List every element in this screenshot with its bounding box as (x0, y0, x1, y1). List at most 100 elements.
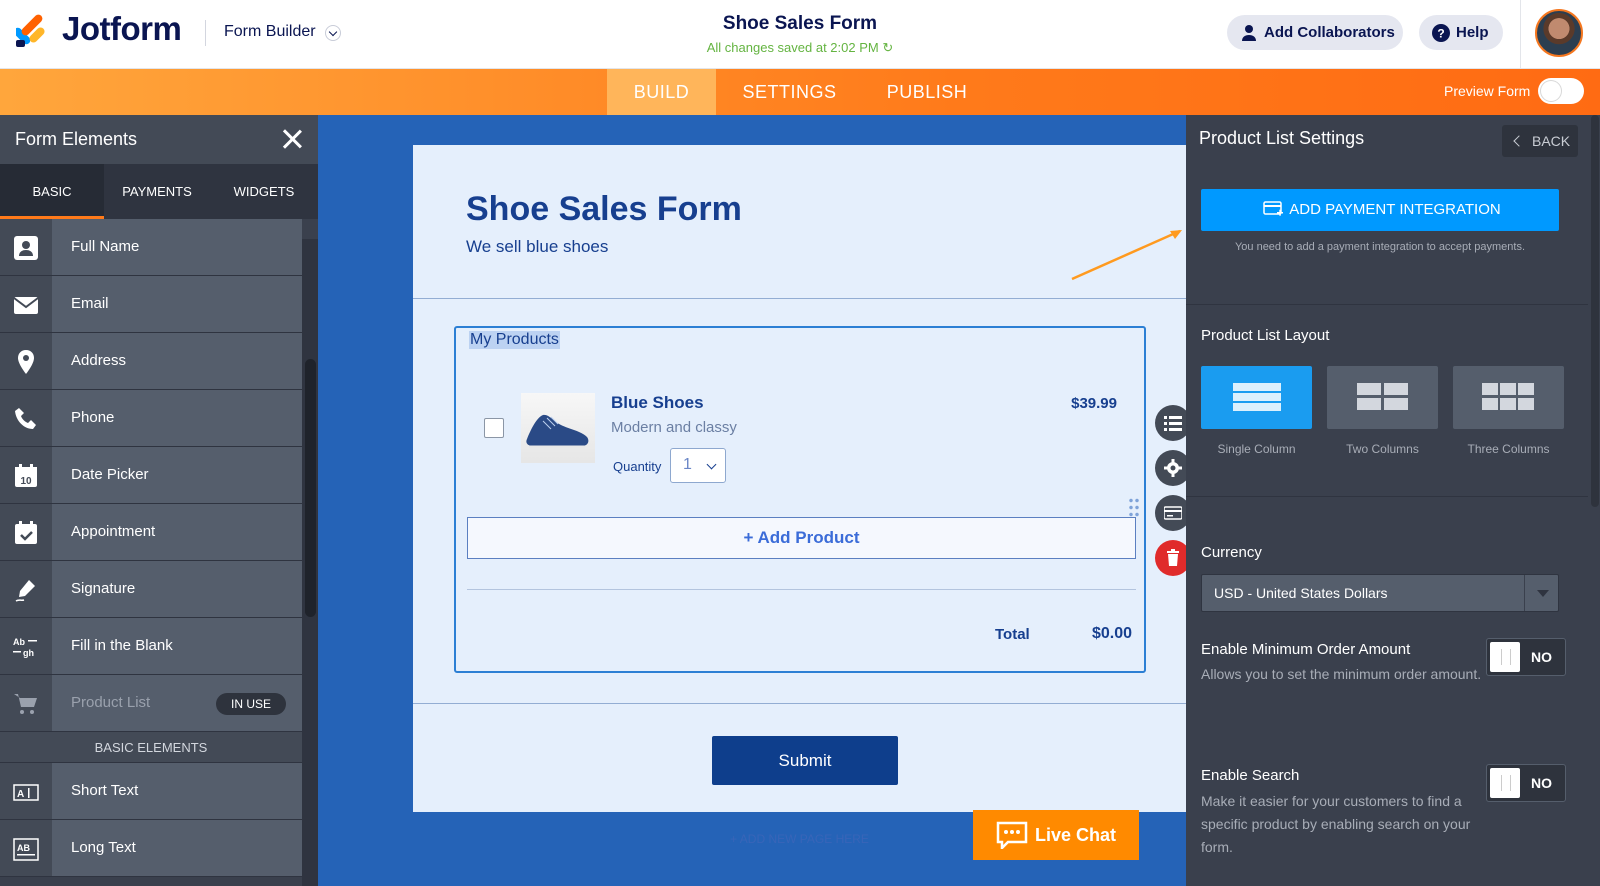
tab-build[interactable]: BUILD (607, 69, 716, 115)
product-name: Blue Shoes (611, 393, 704, 412)
total-value: $0.00 (1091, 625, 1132, 642)
add-payment-integration-button[interactable]: ADD PAYMENT INTEGRATION (1201, 189, 1559, 231)
short-text-icon: A (0, 763, 52, 819)
add-collaborators-button[interactable]: Add Collaborators (1227, 15, 1403, 50)
live-chat-button[interactable]: Live Chat (973, 810, 1139, 860)
element-label: Address (52, 333, 302, 389)
currency-select[interactable]: USD - United States Dollars (1201, 574, 1559, 612)
tab-payments[interactable]: PAYMENTS (104, 164, 210, 219)
svg-text:A: A (17, 789, 24, 800)
product-image (521, 393, 595, 463)
element-label: Date Picker (52, 447, 302, 503)
element-date-picker[interactable]: 10 Date Picker (0, 447, 302, 504)
chat-bubble-icon (996, 821, 1028, 849)
form-subtitle[interactable]: We sell blue shoes (466, 237, 608, 257)
help-button[interactable]: ? Help (1419, 15, 1503, 50)
divider (413, 703, 1186, 704)
avatar[interactable] (1535, 9, 1583, 57)
element-list: Full Name Email Address Phone 10 Date Pi… (0, 219, 302, 877)
drag-handle-icon[interactable] (1128, 497, 1140, 519)
min-order-toggle[interactable]: NO (1486, 638, 1566, 676)
user-icon (1242, 25, 1256, 41)
scrollbar-thumb[interactable] (1591, 115, 1599, 507)
quantity-select[interactable]: 1 (670, 448, 726, 483)
product-checkbox[interactable] (484, 418, 504, 438)
in-use-badge: IN USE (215, 693, 286, 715)
tab-basic[interactable]: BASIC (0, 164, 104, 219)
trash-icon (1167, 549, 1179, 566)
divider (413, 298, 1186, 299)
layout-caption: Three Columns (1467, 442, 1550, 456)
three-columns-icon (1482, 383, 1534, 410)
element-label: Appointment (52, 504, 302, 560)
element-label: Full Name (52, 219, 302, 275)
element-full-name[interactable]: Full Name (0, 219, 302, 276)
search-toggle[interactable]: NO (1486, 764, 1566, 802)
svg-text:10: 10 (20, 476, 32, 487)
toggle-knob (1490, 768, 1520, 798)
phone-icon (0, 390, 52, 446)
arrow-annotation-icon (1071, 229, 1182, 281)
add-product-button[interactable]: + Add Product (467, 517, 1136, 559)
tab-publish[interactable]: PUBLISH (872, 69, 982, 115)
map-pin-icon (0, 333, 52, 389)
refresh-icon: ↻ (882, 40, 894, 55)
help-circle-icon: ? (1432, 24, 1450, 42)
layout-single-column[interactable] (1201, 366, 1312, 429)
element-signature[interactable]: Signature (0, 561, 302, 618)
element-product-list[interactable]: Product List IN USE (0, 675, 302, 732)
layout-three-columns[interactable] (1453, 366, 1564, 429)
element-appointment[interactable]: Appointment (0, 504, 302, 561)
search-label: Enable Search (1201, 767, 1300, 784)
element-phone[interactable]: Phone (0, 390, 302, 447)
product-list-field[interactable]: My Products Blue Shoes Modern and classy… (454, 326, 1146, 673)
add-payment-label: ADD PAYMENT INTEGRATION (1289, 201, 1501, 218)
layout-caption: Single Column (1217, 442, 1296, 456)
element-address[interactable]: Address (0, 333, 302, 390)
search-description: Make it easier for your customers to fin… (1201, 793, 1471, 855)
tab-settings[interactable]: SETTINGS (732, 69, 847, 115)
layout-two-columns[interactable] (1327, 366, 1438, 429)
element-long-text[interactable]: AB Long Text (0, 820, 302, 877)
settings-title: Product List Settings (1199, 128, 1365, 148)
help-label: Help (1456, 24, 1489, 41)
avatar-area (1520, 0, 1600, 69)
person-card-icon (0, 219, 52, 275)
credit-card-plus-icon (1263, 201, 1283, 216)
product-description: Modern and classy (611, 419, 737, 436)
svg-text:?: ? (1437, 27, 1444, 41)
quantity-label: Quantity (613, 459, 662, 474)
form-title[interactable]: Shoe Sales Form (466, 190, 742, 229)
elements-scrollbar[interactable] (302, 239, 318, 886)
gear-icon (1164, 459, 1182, 477)
toggle-state: NO (1531, 775, 1552, 791)
svg-text:gh: gh (23, 648, 34, 658)
element-email[interactable]: Email (0, 276, 302, 333)
toggle-state: NO (1531, 649, 1552, 665)
basic-elements-header: BASIC ELEMENTS (0, 732, 302, 763)
currency-label: Currency (1201, 544, 1262, 561)
scrollbar-thumb[interactable] (305, 359, 316, 617)
element-label: Signature (52, 561, 302, 617)
layout-label: Product List Layout (1201, 327, 1330, 344)
payment-note: You need to add a payment integration to… (1234, 241, 1526, 253)
builder-nav: BUILD SETTINGS PUBLISH Preview Form (0, 69, 1600, 115)
preview-form-toggle[interactable] (1538, 78, 1584, 104)
element-short-text[interactable]: A Short Text (0, 763, 302, 820)
envelope-icon (0, 276, 52, 332)
calendar-10-icon: 10 (0, 447, 52, 503)
element-fill-in-the-blank[interactable]: Ab gh Fill in the Blank (0, 618, 302, 675)
submit-button[interactable]: Submit (712, 736, 898, 785)
back-button[interactable]: BACK (1502, 125, 1578, 157)
shoe-icon (526, 414, 589, 449)
element-label: Fill in the Blank (52, 618, 302, 674)
calendar-check-icon (0, 504, 52, 560)
form-elements-header: Form Elements (0, 115, 318, 164)
tab-widgets[interactable]: WIDGETS (210, 164, 318, 219)
divider (1186, 496, 1600, 497)
total-label: Total (995, 626, 1030, 643)
product-section-label[interactable]: My Products (469, 331, 560, 349)
close-icon[interactable] (282, 129, 302, 149)
settings-scrollbar[interactable] (1588, 115, 1600, 886)
credit-card-icon (1164, 506, 1182, 520)
